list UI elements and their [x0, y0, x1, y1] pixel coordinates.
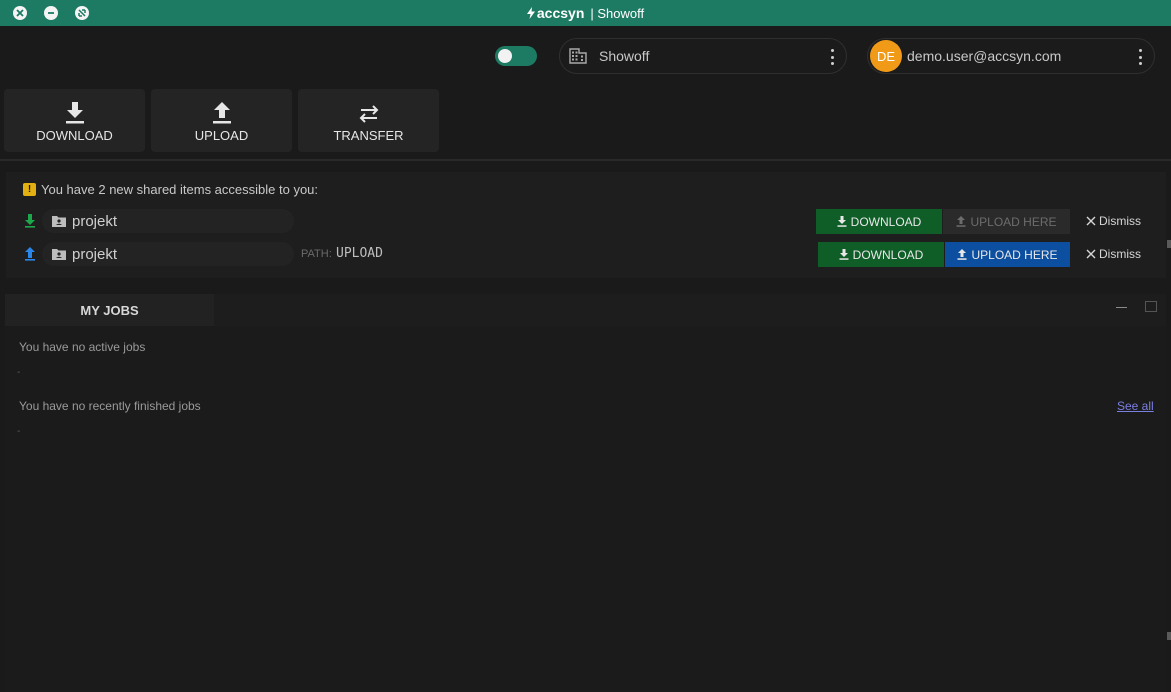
resize-handle[interactable] — [1167, 632, 1171, 640]
user-email: demo.user@accsyn.com — [907, 48, 1062, 64]
shared-folder-icon — [52, 249, 66, 260]
shared-item-2-dismiss-button[interactable]: Dismiss — [1086, 247, 1141, 261]
my-jobs-label: MY JOBS — [80, 302, 139, 318]
close-icon — [1086, 249, 1096, 259]
download-button[interactable]: DOWNLOAD — [4, 89, 145, 152]
window-title: accsyn | Showoff — [0, 0, 1171, 26]
download-icon — [837, 216, 847, 227]
active-jobs-placeholder: - — [17, 367, 21, 378]
avatar: DE — [870, 40, 902, 72]
dismiss-label: Dismiss — [1099, 214, 1141, 228]
close-icon — [1086, 216, 1096, 226]
download-label: DOWNLOAD — [850, 214, 922, 229]
shared-item-1-download-button[interactable]: DOWNLOAD — [816, 209, 942, 234]
organization-menu-icon[interactable] — [830, 49, 834, 65]
logo-text: accsyn — [536, 5, 585, 21]
shared-items-panel: ! You have 2 new shared items accessible… — [6, 172, 1166, 278]
shared-notice-text: You have 2 new shared items accessible t… — [41, 182, 319, 197]
title-bar: accsyn | Showoff — [0, 0, 1171, 26]
shared-item-name: projekt — [72, 212, 118, 230]
user-selector[interactable]: DE demo.user@accsyn.com — [867, 38, 1155, 74]
shared-folder-icon — [52, 216, 66, 227]
shared-item-2[interactable]: projekt — [42, 242, 294, 266]
upload-label: UPLOAD HERE — [971, 247, 1058, 262]
upload-icon — [956, 216, 966, 227]
download-label: DOWNLOAD — [852, 247, 924, 262]
user-menu-icon[interactable] — [1138, 49, 1142, 65]
upload-icon — [212, 102, 231, 124]
no-active-jobs-text: You have no active jobs — [19, 340, 146, 354]
organization-selector[interactable]: Showoff — [559, 38, 847, 74]
jobs-panel — [5, 326, 1166, 692]
dismiss-label: Dismiss — [1099, 247, 1141, 261]
shared-item-1-upload-button: UPLOAD HERE — [943, 209, 1070, 234]
organization-name: Showoff — [599, 48, 650, 64]
mode-toggle[interactable] — [495, 46, 537, 66]
shared-item-2-upload-button[interactable]: UPLOAD HERE — [945, 242, 1070, 267]
download-icon — [839, 249, 849, 260]
finished-jobs-placeholder: - — [17, 426, 21, 437]
transfer-icon — [359, 105, 378, 123]
building-icon — [569, 48, 587, 64]
download-label: DOWNLOAD — [36, 128, 113, 143]
transfer-label: TRANSFER — [333, 128, 404, 143]
shared-item-2-download-button[interactable]: DOWNLOAD — [818, 242, 944, 267]
maximize-panel-icon[interactable] — [1145, 301, 1157, 312]
minimize-panel-icon[interactable] — [1116, 307, 1127, 308]
window-title-text: | Showoff — [590, 5, 645, 21]
upload-label: UPLOAD HERE — [970, 214, 1057, 229]
toggle-knob — [498, 49, 512, 63]
resize-handle[interactable] — [1167, 240, 1171, 248]
upload-icon — [957, 249, 967, 260]
shared-notice: ! You have 2 new shared items accessible… — [23, 182, 318, 197]
upload-button[interactable]: UPLOAD — [151, 89, 292, 152]
toolbar-divider — [0, 159, 1171, 161]
shared-item-1[interactable]: projekt — [42, 209, 294, 233]
upload-arrow-icon — [25, 247, 35, 261]
bolt-icon — [526, 7, 535, 19]
tab-my-jobs[interactable]: MY JOBS — [5, 294, 214, 326]
shared-item-1-dismiss-button[interactable]: Dismiss — [1086, 214, 1141, 228]
jobs-header — [214, 294, 1166, 326]
upload-label: UPLOAD — [194, 128, 249, 143]
path-value: UPLOAD — [336, 246, 383, 261]
transfer-button[interactable]: TRANSFER — [298, 89, 439, 152]
accsyn-logo: accsyn — [526, 5, 585, 21]
warning-icon: ! — [23, 183, 36, 196]
no-finished-jobs-text: You have no recently finished jobs — [19, 399, 201, 413]
see-all-link[interactable]: See all — [1117, 399, 1154, 413]
path-label: PATH: — [301, 248, 332, 260]
download-icon — [65, 102, 84, 124]
shared-item-name: projekt — [72, 245, 118, 263]
download-arrow-icon — [25, 214, 35, 228]
